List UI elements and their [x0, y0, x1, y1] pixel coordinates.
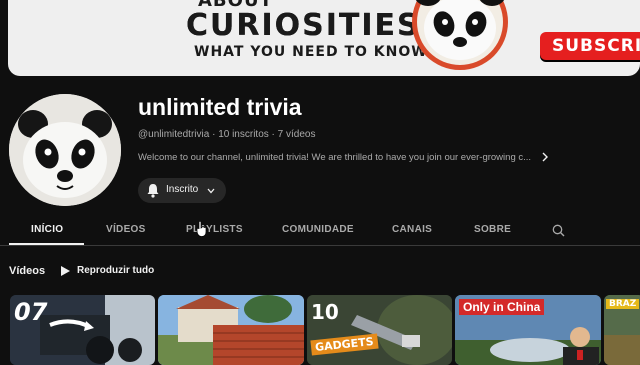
- subscriber-count: 10 inscritos: [218, 129, 269, 140]
- video-thumbnail[interactable]: Only in China: [455, 295, 601, 365]
- thumbnail-overlay-text: 07: [14, 298, 48, 326]
- video-count: 7 vídeos: [277, 129, 316, 140]
- chevron-right-icon[interactable]: [540, 151, 550, 163]
- thumbnail-overlay-text: 10: [311, 300, 339, 324]
- section-title-videos[interactable]: Vídeos: [9, 265, 45, 277]
- play-icon[interactable]: [61, 266, 70, 276]
- banner-title: CURIOSITIES: [186, 8, 421, 43]
- tab-canais[interactable]: CANAIS: [392, 224, 432, 235]
- channel-name: unlimited trivia: [138, 94, 302, 120]
- play-all-button[interactable]: Reproduzir tudo: [77, 265, 154, 276]
- subscribed-label: Inscrito: [166, 184, 199, 195]
- subscribed-button[interactable]: Inscrito: [138, 178, 226, 203]
- chevron-down-icon: [207, 188, 215, 194]
- tabs-divider: [0, 245, 640, 246]
- banner-subscribe-graphic: SUBSCRIBE: [540, 32, 640, 60]
- channel-description[interactable]: Welcome to our channel, unlimited trivia…: [138, 152, 531, 163]
- banner-subtitle: WHAT YOU NEED TO KNOW: [194, 44, 428, 60]
- tab-comunidade[interactable]: COMUNIDADE: [282, 224, 354, 235]
- search-icon[interactable]: [552, 224, 565, 237]
- banner-script-text: about: [556, 0, 596, 4]
- channel-handle: @unlimitedtrivia: [138, 129, 210, 140]
- panda-logo-icon: [412, 0, 508, 70]
- channel-banner: ABOUT CURIOSITIES WHAT YOU NEED TO KNOW …: [8, 0, 640, 76]
- video-thumbnail[interactable]: BRAZ: [604, 295, 640, 365]
- mouse-cursor-icon: [196, 221, 207, 237]
- video-thumbnail[interactable]: 07: [10, 295, 155, 365]
- tab-videos[interactable]: VÍDEOS: [106, 224, 146, 235]
- tab-inicio[interactable]: INÍCIO: [31, 224, 63, 235]
- channel-avatar[interactable]: [9, 94, 121, 206]
- video-thumbnail[interactable]: [158, 295, 304, 365]
- channel-tabs: INÍCIO VÍDEOS PLAYLISTS COMUNIDADE CANAI…: [0, 218, 640, 246]
- channel-meta: @unlimitedtrivia · 10 inscritos · 7 víde…: [138, 129, 315, 140]
- tab-playlists[interactable]: PLAYLISTS: [186, 224, 243, 235]
- video-thumbnail[interactable]: 10 GADGETS: [307, 295, 452, 365]
- panda-avatar-icon: [9, 94, 121, 206]
- tab-sobre[interactable]: SOBRE: [474, 224, 511, 235]
- thumbnail-overlay-text: BRAZ: [606, 299, 640, 309]
- bell-icon: [147, 184, 159, 198]
- thumbnail-overlay-text: Only in China: [459, 299, 545, 315]
